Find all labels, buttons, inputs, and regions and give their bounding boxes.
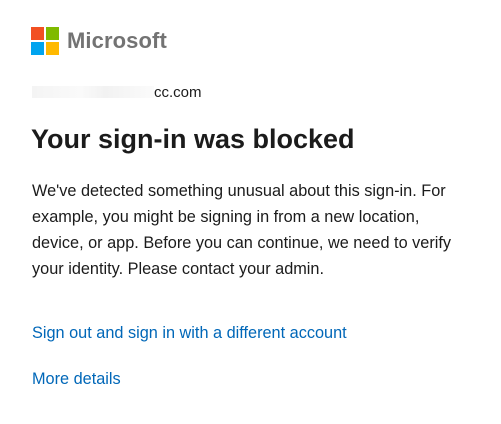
microsoft-logo-icon bbox=[31, 27, 59, 55]
block-description: We've detected something unusual about t… bbox=[32, 182, 452, 278]
logo-square-blue bbox=[31, 42, 44, 55]
logo-square-yellow bbox=[46, 42, 59, 55]
account-domain-suffix: cc.com bbox=[154, 84, 202, 101]
switch-account-link[interactable]: Sign out and sign in with a different ac… bbox=[32, 322, 347, 344]
sign-in-blocked-card: Microsoft cc.com Your sign-in was blocke… bbox=[0, 0, 501, 424]
logo-square-red bbox=[31, 27, 44, 40]
account-identifier: cc.com bbox=[32, 83, 202, 103]
logo-square-green bbox=[46, 27, 59, 40]
redacted-email-part bbox=[32, 86, 154, 98]
page-title: Your sign-in was blocked bbox=[31, 124, 355, 154]
microsoft-logo: Microsoft bbox=[31, 27, 167, 55]
logo-wordmark: Microsoft bbox=[67, 28, 167, 53]
more-details-link[interactable]: More details bbox=[32, 368, 121, 390]
